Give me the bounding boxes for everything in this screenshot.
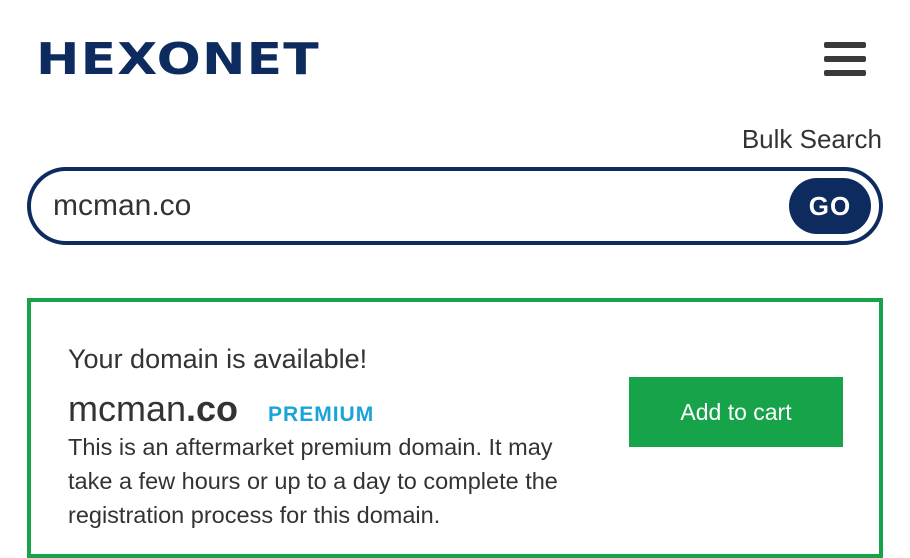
- hexonet-logo[interactable]: HEXONET: [36, 34, 320, 86]
- domain-tld: .co: [186, 388, 239, 429]
- domain-line: mcman .co PREMIUM: [68, 388, 374, 432]
- add-to-cart-button[interactable]: Add to cart: [629, 377, 843, 447]
- domain-result-card: Your domain is available! mcman .co PREMI…: [27, 298, 883, 558]
- availability-status: Your domain is available!: [68, 344, 368, 374]
- hamburger-menu-icon[interactable]: [824, 42, 866, 76]
- bulk-search-link[interactable]: Bulk Search: [742, 124, 882, 155]
- go-button[interactable]: GO: [789, 178, 871, 234]
- domain-search-input[interactable]: [53, 183, 753, 229]
- menu-bar-top: [824, 42, 866, 48]
- menu-bar-middle: [824, 56, 866, 62]
- premium-description: This is an aftermarket premium domain. I…: [68, 434, 558, 528]
- domain-name: mcman: [68, 388, 187, 429]
- premium-badge: PREMIUM: [268, 403, 375, 426]
- menu-bar-bottom: [824, 70, 866, 76]
- domain-search-bar: GO: [27, 167, 883, 245]
